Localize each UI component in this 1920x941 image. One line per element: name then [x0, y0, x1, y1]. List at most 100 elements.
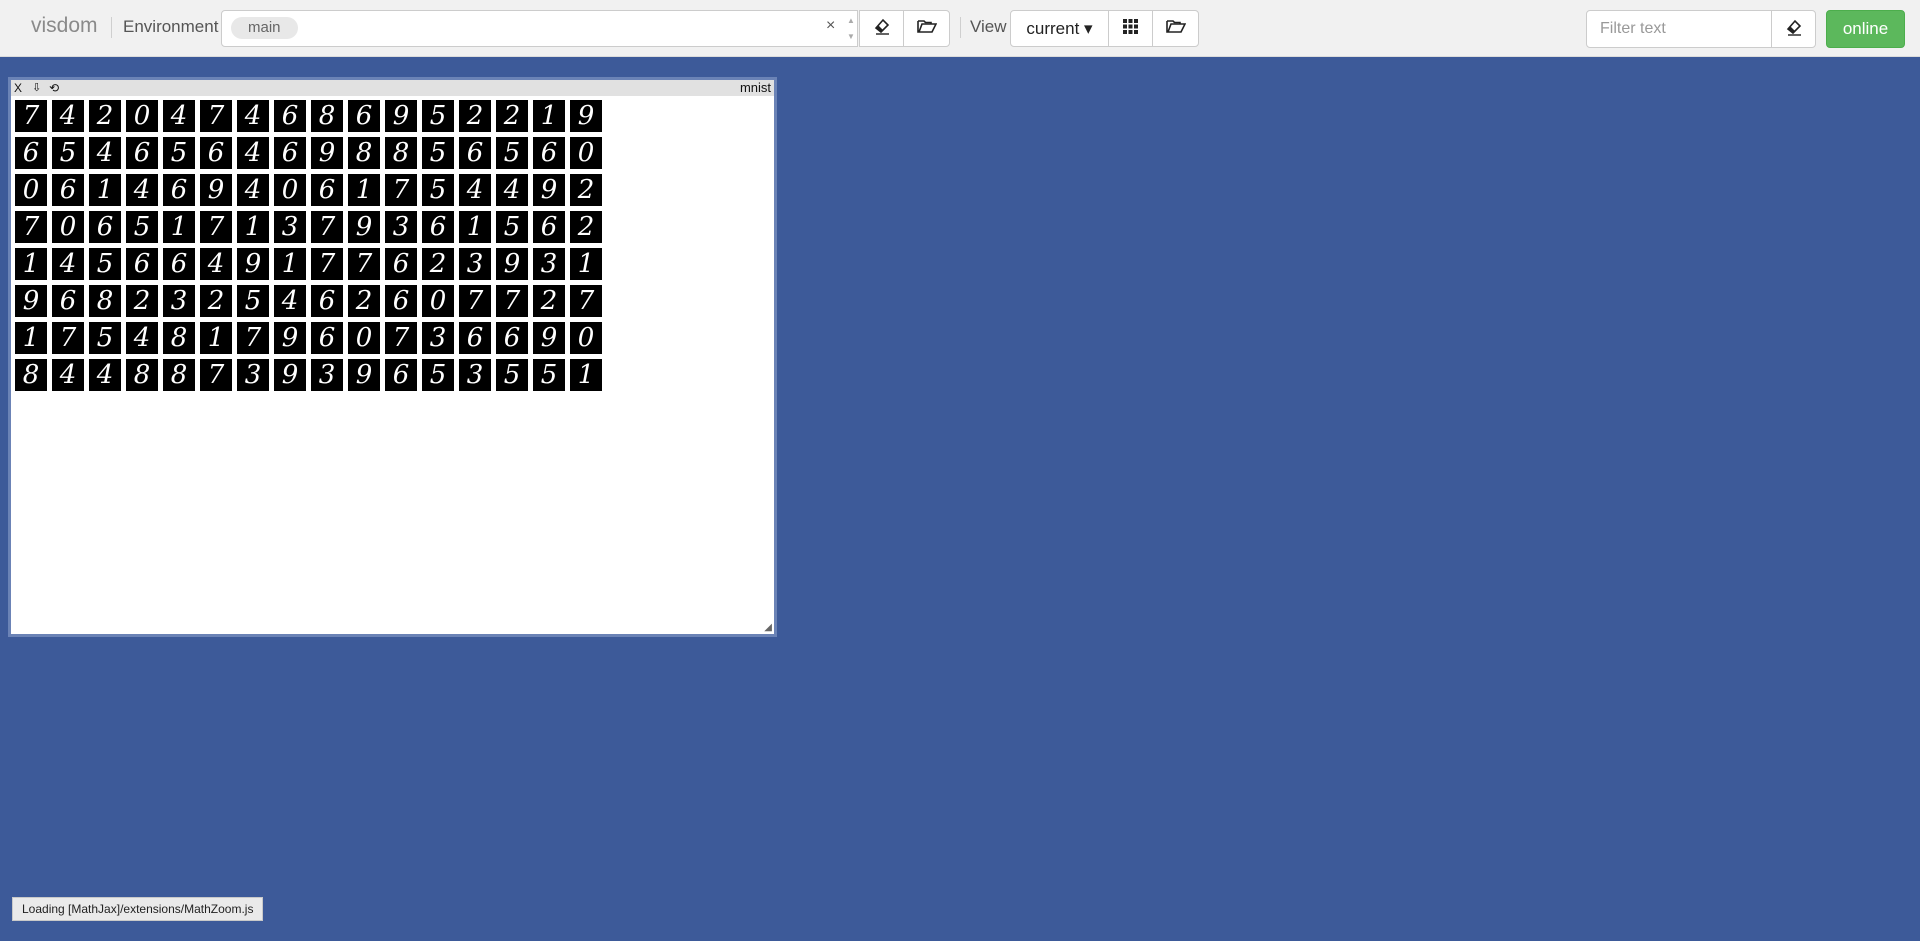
digit-image: 4	[126, 322, 158, 354]
reset-icon[interactable]: ⟲	[49, 80, 59, 96]
digit-image: 2	[89, 100, 121, 132]
digit-image: 3	[311, 359, 343, 391]
digit-image: 3	[459, 248, 491, 280]
clear-selection-icon[interactable]: ×	[826, 17, 835, 35]
clear-environment-button[interactable]	[859, 10, 904, 47]
digit-image: 9	[237, 248, 269, 280]
digit-image: 2	[533, 285, 565, 317]
digit-image: 2	[570, 211, 602, 243]
digit-image: 4	[237, 174, 269, 206]
digit-image: 3	[459, 359, 491, 391]
digit-image: 7	[52, 322, 84, 354]
digit-image: 5	[496, 137, 528, 169]
digit-image: 6	[311, 174, 343, 206]
digit-image: 6	[163, 174, 195, 206]
digit-image: 4	[237, 137, 269, 169]
digit-image: 4	[52, 359, 84, 391]
divider	[960, 17, 961, 38]
digit-image: 5	[422, 100, 454, 132]
digit-image: 9	[348, 211, 380, 243]
digit-image: 1	[163, 211, 195, 243]
digit-image: 3	[385, 211, 417, 243]
digit-image: 8	[15, 359, 47, 391]
env-spinner-icon[interactable]: ▲ ▼	[846, 13, 856, 45]
digit-image: 6	[348, 100, 380, 132]
pane-titlebar[interactable]: X ⇩ ⟲ mnist	[11, 80, 774, 96]
digit-image: 0	[348, 322, 380, 354]
digit-image: 7	[385, 174, 417, 206]
environment-tag[interactable]: main	[231, 17, 298, 39]
image-pane[interactable]: X ⇩ ⟲ mnist 7420474686952219654656469885…	[8, 77, 777, 637]
divider	[111, 17, 112, 38]
digit-image: 9	[385, 100, 417, 132]
digit-image: 1	[348, 174, 380, 206]
digit-image: 7	[385, 322, 417, 354]
app-logo: visdom	[31, 14, 98, 37]
digit-image: 9	[348, 359, 380, 391]
environment-label: Environment	[123, 17, 219, 36]
digit-image: 9	[496, 248, 528, 280]
digit-image: 5	[496, 211, 528, 243]
close-pane-icon[interactable]: X	[14, 80, 22, 96]
eraser-icon	[873, 17, 891, 40]
top-navbar: visdom Environment main × ▲ ▼ View curren…	[0, 0, 1920, 57]
digit-image: 2	[200, 285, 232, 317]
digit-image: 7	[311, 248, 343, 280]
digit-image: 2	[126, 285, 158, 317]
digit-image: 6	[126, 248, 158, 280]
digit-image: 7	[200, 359, 232, 391]
digit-image: 1	[459, 211, 491, 243]
digit-image: 2	[570, 174, 602, 206]
digit-image: 9	[274, 359, 306, 391]
digit-image: 9	[570, 100, 602, 132]
digit-image: 7	[237, 322, 269, 354]
eraser-icon	[1785, 18, 1803, 41]
digit-image: 1	[200, 322, 232, 354]
digit-image: 5	[163, 137, 195, 169]
digit-image: 7	[348, 248, 380, 280]
digit-image: 4	[163, 100, 195, 132]
digit-image: 6	[533, 137, 565, 169]
view-dropdown[interactable]: current ▾	[1010, 10, 1109, 47]
digit-image: 6	[459, 137, 491, 169]
digit-image: 6	[89, 211, 121, 243]
digit-image: 0	[52, 211, 84, 243]
environment-select[interactable]: main × ▲ ▼	[221, 10, 858, 47]
digit-image: 7	[570, 285, 602, 317]
digit-image: 2	[459, 100, 491, 132]
digit-image: 9	[311, 137, 343, 169]
digit-image: 3	[533, 248, 565, 280]
digit-image: 4	[89, 359, 121, 391]
digit-image: 2	[422, 248, 454, 280]
folder-open-icon	[1165, 18, 1186, 39]
digit-image: 6	[200, 137, 232, 169]
digit-image: 0	[570, 137, 602, 169]
digit-image: 9	[533, 322, 565, 354]
digit-image: 5	[237, 285, 269, 317]
digit-image: 6	[274, 137, 306, 169]
resize-handle-icon[interactable]: ◢	[764, 622, 772, 633]
digit-image: 7	[15, 100, 47, 132]
download-icon[interactable]: ⇩	[32, 80, 41, 96]
connection-status-button[interactable]: online	[1826, 10, 1905, 48]
digit-image: 6	[52, 174, 84, 206]
digit-image: 1	[15, 322, 47, 354]
digit-image: 2	[348, 285, 380, 317]
digit-image: 0	[274, 174, 306, 206]
clear-filter-button[interactable]	[1771, 10, 1816, 48]
digit-image: 4	[459, 174, 491, 206]
digit-image: 6	[126, 137, 158, 169]
digit-image: 9	[200, 174, 232, 206]
manage-views-button[interactable]	[1152, 10, 1199, 47]
digit-image: 1	[237, 211, 269, 243]
manage-environments-button[interactable]	[903, 10, 950, 47]
digit-image: 6	[533, 211, 565, 243]
digit-image: 9	[533, 174, 565, 206]
digit-image: 1	[570, 248, 602, 280]
repack-layout-button[interactable]	[1108, 10, 1153, 47]
digit-image: 6	[422, 211, 454, 243]
digit-image: 7	[200, 100, 232, 132]
digit-image: 6	[311, 322, 343, 354]
filter-text-input[interactable]: Filter text	[1586, 10, 1772, 48]
digit-image: 7	[200, 211, 232, 243]
